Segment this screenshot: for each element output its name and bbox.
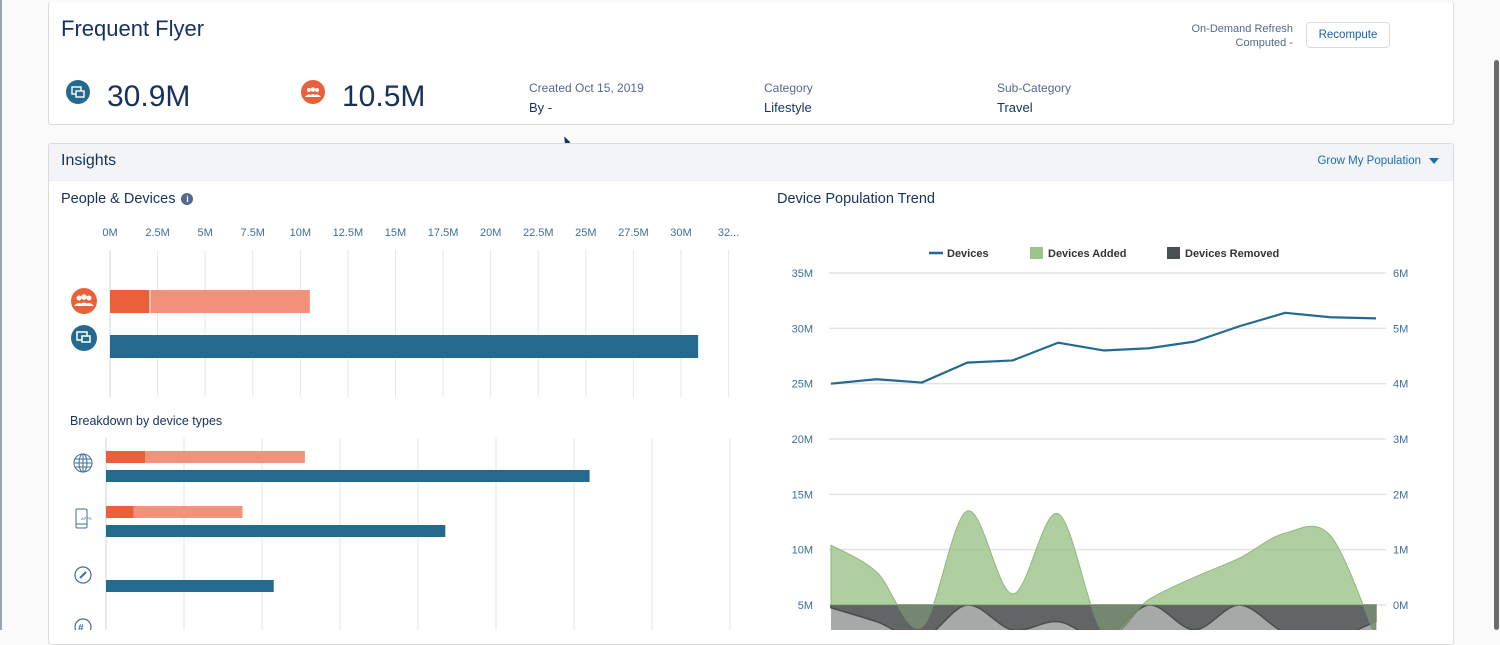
x-tick-label: 2.5M [145, 227, 169, 239]
left-y-tick-label: 15M [792, 489, 813, 501]
x-tick-label: 0M [102, 227, 117, 239]
compass-icon [75, 567, 91, 583]
x-tick-label: 25M [575, 227, 596, 239]
devices-total-bar [110, 335, 698, 358]
globe-icon [74, 454, 92, 472]
x-tick-label: 15M [385, 227, 406, 239]
subcategory-value: Travel [997, 100, 1033, 115]
left-y-tick-label: 5M [798, 600, 813, 612]
x-tick-label: 30M [670, 227, 691, 239]
grow-my-population-dropdown[interactable]: Grow My Population [1317, 155, 1439, 167]
breakdown-people-primary-bar [106, 506, 133, 518]
device-population-trend-chart: 35M 6M 30M 5M 25M 4M 20M 3M 15M 2M 10M 1M 5M 0M Devic… [760, 180, 1460, 630]
right-y-tick-label: 0M [1393, 600, 1408, 612]
breakdown-devices-bar [106, 525, 445, 537]
refresh-status: On-Demand Refresh Computed - [1192, 22, 1294, 50]
people-primary-bar [110, 290, 150, 313]
hashtag-icon: # [75, 619, 91, 630]
left-y-tick-label: 35M [792, 268, 813, 280]
computed-status: Computed - [1192, 36, 1294, 50]
legend-devices-label: Devices [947, 248, 989, 260]
breakdown-devices-bar [106, 580, 274, 592]
x-tick-label: 12.5M [333, 227, 364, 239]
legend-removed-swatch [1167, 247, 1180, 259]
right-y-tick-label: 2M [1393, 489, 1408, 501]
left-y-tick-label: 30M [792, 323, 813, 335]
right-y-tick-label: 6M [1393, 268, 1408, 280]
legend-removed-label: Devices Removed [1185, 248, 1279, 260]
legend-added-label: Devices Added [1048, 248, 1126, 260]
x-tick-label: 27.5M [618, 227, 649, 239]
people-icon [71, 288, 97, 314]
recompute-button[interactable]: Recompute [1306, 22, 1390, 48]
x-tick-label: 17.5M [428, 227, 459, 239]
refresh-mode: On-Demand Refresh [1192, 22, 1294, 36]
left-y-tick-label: 25M [792, 379, 813, 391]
right-y-tick-label: 3M [1393, 434, 1408, 446]
x-tick-label: 20M [480, 227, 501, 239]
mobile-apps-icon: APPS [76, 509, 92, 528]
category-label: Category [764, 81, 813, 95]
caret-down-icon [1429, 158, 1439, 164]
x-tick-label: 7.5M [241, 227, 265, 239]
people-devices-chart: 0M 2.5M 5M 7.5M 10M 12.5M 15M 17.5M 20M 22.5M 25M 2… [0, 0, 760, 630]
x-tick-label: 32... [718, 227, 739, 239]
x-tick-label: 5M [198, 227, 213, 239]
devices-removed-band [831, 605, 1376, 630]
svg-text:#: # [78, 623, 84, 630]
devices-line [831, 313, 1376, 384]
subcategory-label: Sub-Category [997, 81, 1071, 95]
devices-icon [71, 325, 97, 351]
left-y-tick-label: 20M [792, 434, 813, 446]
breakdown-devices-bar [106, 470, 590, 482]
right-y-tick-label: 4M [1393, 379, 1408, 391]
svg-text:APPS: APPS [81, 516, 92, 521]
left-y-tick-label: 10M [792, 545, 813, 557]
legend-added-swatch [1030, 247, 1043, 259]
category-value: Lifestyle [764, 100, 812, 115]
right-y-tick-label: 5M [1393, 323, 1408, 335]
breakdown-people-primary-bar [106, 451, 145, 463]
grow-my-population-label: Grow My Population [1317, 155, 1421, 167]
right-y-tick-label: 1M [1393, 545, 1408, 557]
scrollbar[interactable] [1494, 60, 1499, 630]
x-tick-label: 22.5M [523, 227, 554, 239]
x-tick-label: 10M [290, 227, 311, 239]
